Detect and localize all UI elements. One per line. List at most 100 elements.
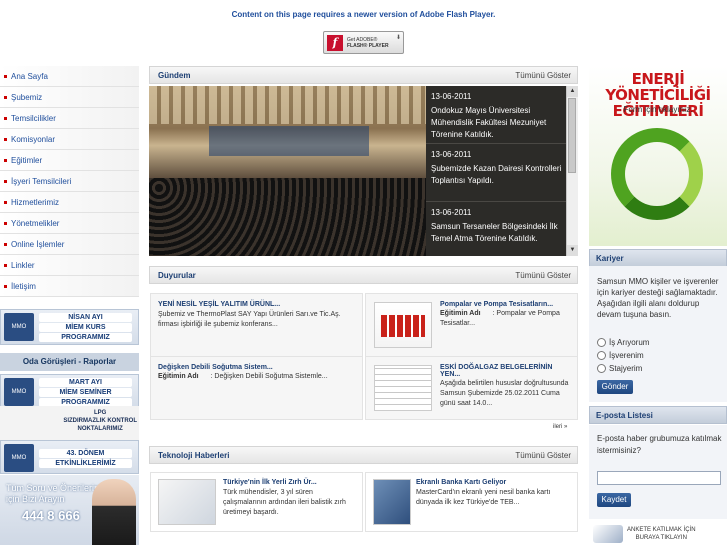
nav-item[interactable]: Eğitimler — [0, 150, 139, 171]
nisan-line3: PROGRAMMIZ — [39, 333, 132, 342]
nav-item-label: İletişim — [11, 281, 36, 291]
bullet-icon — [4, 242, 7, 246]
card-title[interactable]: Pompalar ve Pompa Tesisatların... — [440, 301, 573, 308]
news-scrollbar[interactable]: ▲ ▼ — [566, 86, 578, 256]
scroll-thumb[interactable] — [568, 98, 576, 173]
radio-icon[interactable] — [597, 364, 606, 373]
survey-banner[interactable]: ANKETE KATILMAK İÇİN BURAYA TIKLAYIN — [589, 521, 727, 545]
radio-isverenim[interactable]: İşverenim — [597, 351, 644, 360]
news-item[interactable]: 13-06-2011 Samsun Tersaneler Bölgesindek… — [426, 202, 567, 256]
news-item[interactable]: 13-06-2011 Ondokuz Mayıs Üniversitesi Mü… — [426, 86, 567, 144]
gonder-button[interactable]: Gönder — [597, 380, 633, 394]
donem-line1: 43. DÖNEM — [39, 449, 132, 458]
bullet-icon — [4, 158, 7, 162]
graduation-photo[interactable] — [149, 86, 426, 256]
lpg-banner[interactable]: LPG SIZDIRMAZLIK KONTROL NOKTALARIMIZ — [0, 406, 139, 440]
mmo-logo-icon: MMO — [4, 444, 34, 472]
kaydet-button[interactable]: Kaydet — [597, 493, 631, 507]
download-icon: ⬇ — [395, 35, 401, 41]
radio-icon[interactable] — [597, 338, 606, 347]
phone-number: 444 8 666 — [22, 508, 80, 523]
duyurular-show-all-link[interactable]: Tümünü Göster — [515, 271, 571, 280]
oda-gorusleri-banner[interactable]: Oda Görüşleri - Raporlar — [0, 353, 139, 371]
gundem-news-list: 13-06-2011 Ondokuz Mayıs Üniversitesi Mü… — [426, 86, 567, 256]
donem-etkinlik-banner[interactable]: MMO 43. DÖNEM ETKİNLİKLERİMİZ — [0, 440, 139, 474]
card-title[interactable]: Değişken Debili Soğutma Sistem... — [158, 364, 356, 371]
radio-icon[interactable] — [597, 351, 606, 360]
kariyer-text: Samsun MMO kişiler ve işverenler için ka… — [597, 277, 719, 319]
card-body: MasterCard'ın ekranlı yeni nesil banka k… — [416, 489, 551, 506]
energy-training-banner[interactable]: ENERJİ YÖNETİCİLİĞİ EĞİTİMLERİ Form için… — [589, 66, 727, 246]
support-phone-banner[interactable]: Tüm Soru ve Önerileriniz için Bizi Arayı… — [0, 475, 139, 545]
bullet-icon — [4, 284, 7, 288]
radio-stajyerim[interactable]: Stajyerim — [597, 364, 642, 373]
bank-card-image — [373, 479, 411, 525]
nav-item[interactable]: Komisyonlar — [0, 129, 139, 150]
flash-logo-icon: f — [327, 34, 343, 51]
teknoloji-title: Teknoloji Haberleri — [158, 451, 230, 460]
scroll-up-icon[interactable]: ▲ — [567, 86, 578, 97]
kariyer-header: Kariyer — [589, 249, 727, 267]
eposta-text: E-posta haber grubumuza katılmak istermi… — [597, 434, 722, 455]
more-link[interactable]: ileri » — [553, 424, 567, 430]
card-title[interactable]: Türkiye'nin İlk Yerli Zırh Ür... — [223, 479, 358, 486]
nav-item[interactable]: İşyeri Temsilcileri — [0, 171, 139, 192]
lpg-line3: NOKTALARIMIZ — [77, 426, 123, 432]
nav-item[interactable]: Linkler — [0, 255, 139, 276]
flash-button-line1: Get ADOBE® — [347, 36, 378, 43]
teknoloji-show-all-link[interactable]: Tümünü Göster — [515, 451, 571, 460]
nav-item-label: Eğitimler — [11, 155, 43, 165]
gundem-slider: 13-06-2011 Ondokuz Mayıs Üniversitesi Mü… — [149, 86, 578, 256]
card-title[interactable]: Ekranlı Banka Kartı Geliyor — [416, 479, 573, 486]
email-input[interactable] — [597, 471, 721, 485]
nav-item[interactable]: Online İşlemler — [0, 234, 139, 255]
nav-item[interactable]: Yönetmelikler — [0, 213, 139, 234]
announcement-card[interactable]: ESKİ DOĞALGAZ BELGELERİNİN YEN... Aşağıd… — [365, 356, 578, 420]
lpg-line1: LPG — [93, 410, 107, 416]
bullet-icon — [4, 179, 7, 183]
nav-item[interactable]: Ana Sayfa — [0, 66, 139, 87]
nav-item[interactable]: İletişim — [0, 276, 139, 297]
get-flash-button[interactable]: f Get ADOBE® FLASH® PLAYER ⬇ — [323, 31, 404, 54]
mart-seminer-banner[interactable]: MMO MART AYI MİEM SEMİNER PROGRAMMIZ — [0, 374, 139, 408]
operator-image — [92, 479, 136, 545]
duyurular-title: Duyurular — [158, 271, 196, 280]
announcement-card[interactable]: Pompalar ve Pompa Tesisatların... Eğitim… — [365, 293, 578, 357]
flash-message: Content on this page requires a newer ve… — [231, 10, 496, 19]
flash-button-text: Get ADOBE® FLASH® PLAYER — [347, 37, 389, 49]
energy-title-line1: ENERJİ YÖNETİCİLİĞİ — [605, 70, 711, 104]
nav-item-label: Linkler — [11, 260, 35, 270]
nav-item[interactable]: Hizmetlerimiz — [0, 192, 139, 213]
nav-item-label: İşyeri Temsilcileri — [11, 176, 72, 186]
nav-item[interactable]: Şubemiz — [0, 87, 139, 108]
nav-item-label: Hizmetlerimiz — [11, 197, 59, 207]
lpg-line2: SIZDIRMAZLIK KONTROL — [63, 418, 137, 424]
lpg-banner-text: LPG SIZDIRMAZLIK KONTROL NOKTALARIMIZ — [63, 409, 137, 433]
card-body: Aşağıda belirtilen hususlar doğrultusund… — [440, 380, 569, 407]
card-title[interactable]: YENİ NESİL YEŞİL YALITIM ÜRÜNL... — [158, 301, 356, 308]
nav-item[interactable]: Temsilcilikler — [0, 108, 139, 129]
survey-icon — [593, 525, 623, 543]
news-date: 13-06-2011 — [431, 150, 472, 159]
bullet-icon — [4, 221, 7, 225]
nav-item-label: Komisyonlar — [11, 134, 56, 144]
left-nav: Ana Sayfa Şubemiz Temsilcilikler Komisyonla… — [0, 66, 139, 297]
plan-drawing-image — [374, 365, 432, 411]
tech-news-card[interactable]: Ekranlı Banka Kartı Geliyor MasterCard'ı… — [365, 472, 578, 532]
photo-hall — [149, 86, 426, 124]
radio-is-ariyorum[interactable]: İş Arıyorum — [597, 338, 649, 347]
nav-item-label: Ana Sayfa — [11, 71, 48, 81]
nisan-kurs-banner[interactable]: MMO NİSAN AYI MİEM KURS PROGRAMMIZ — [0, 309, 139, 345]
gundem-show-all-link[interactable]: Tümünü Göster — [515, 71, 571, 80]
scroll-down-icon[interactable]: ▼ — [567, 245, 578, 256]
nav-item-label: Yönetmelikler — [11, 218, 60, 228]
card-title[interactable]: ESKİ DOĞALGAZ BELGELERİNİN YEN... — [440, 364, 573, 378]
news-text: Şubemizde Kazan Dairesi Kontrolleri Topl… — [431, 164, 562, 185]
energy-banner-subtitle: Form için tıklayınız. — [623, 105, 693, 114]
announcement-card[interactable]: YENİ NESİL YEŞİL YALITIM ÜRÜNL... Şubemi… — [150, 293, 363, 357]
announcement-card[interactable]: Değişken Debili Soğutma Sistem... Eğitim… — [150, 356, 363, 420]
nav-item-label: Online İşlemler — [11, 239, 65, 249]
news-text: Ondokuz Mayıs Üniversitesi Mühendislik F… — [431, 106, 547, 139]
tech-news-card[interactable]: Türkiye'nin İlk Yerli Zırh Ür... Türk mü… — [150, 472, 363, 532]
news-item[interactable]: 13-06-2011 Şubemizde Kazan Dairesi Kontr… — [426, 144, 567, 202]
